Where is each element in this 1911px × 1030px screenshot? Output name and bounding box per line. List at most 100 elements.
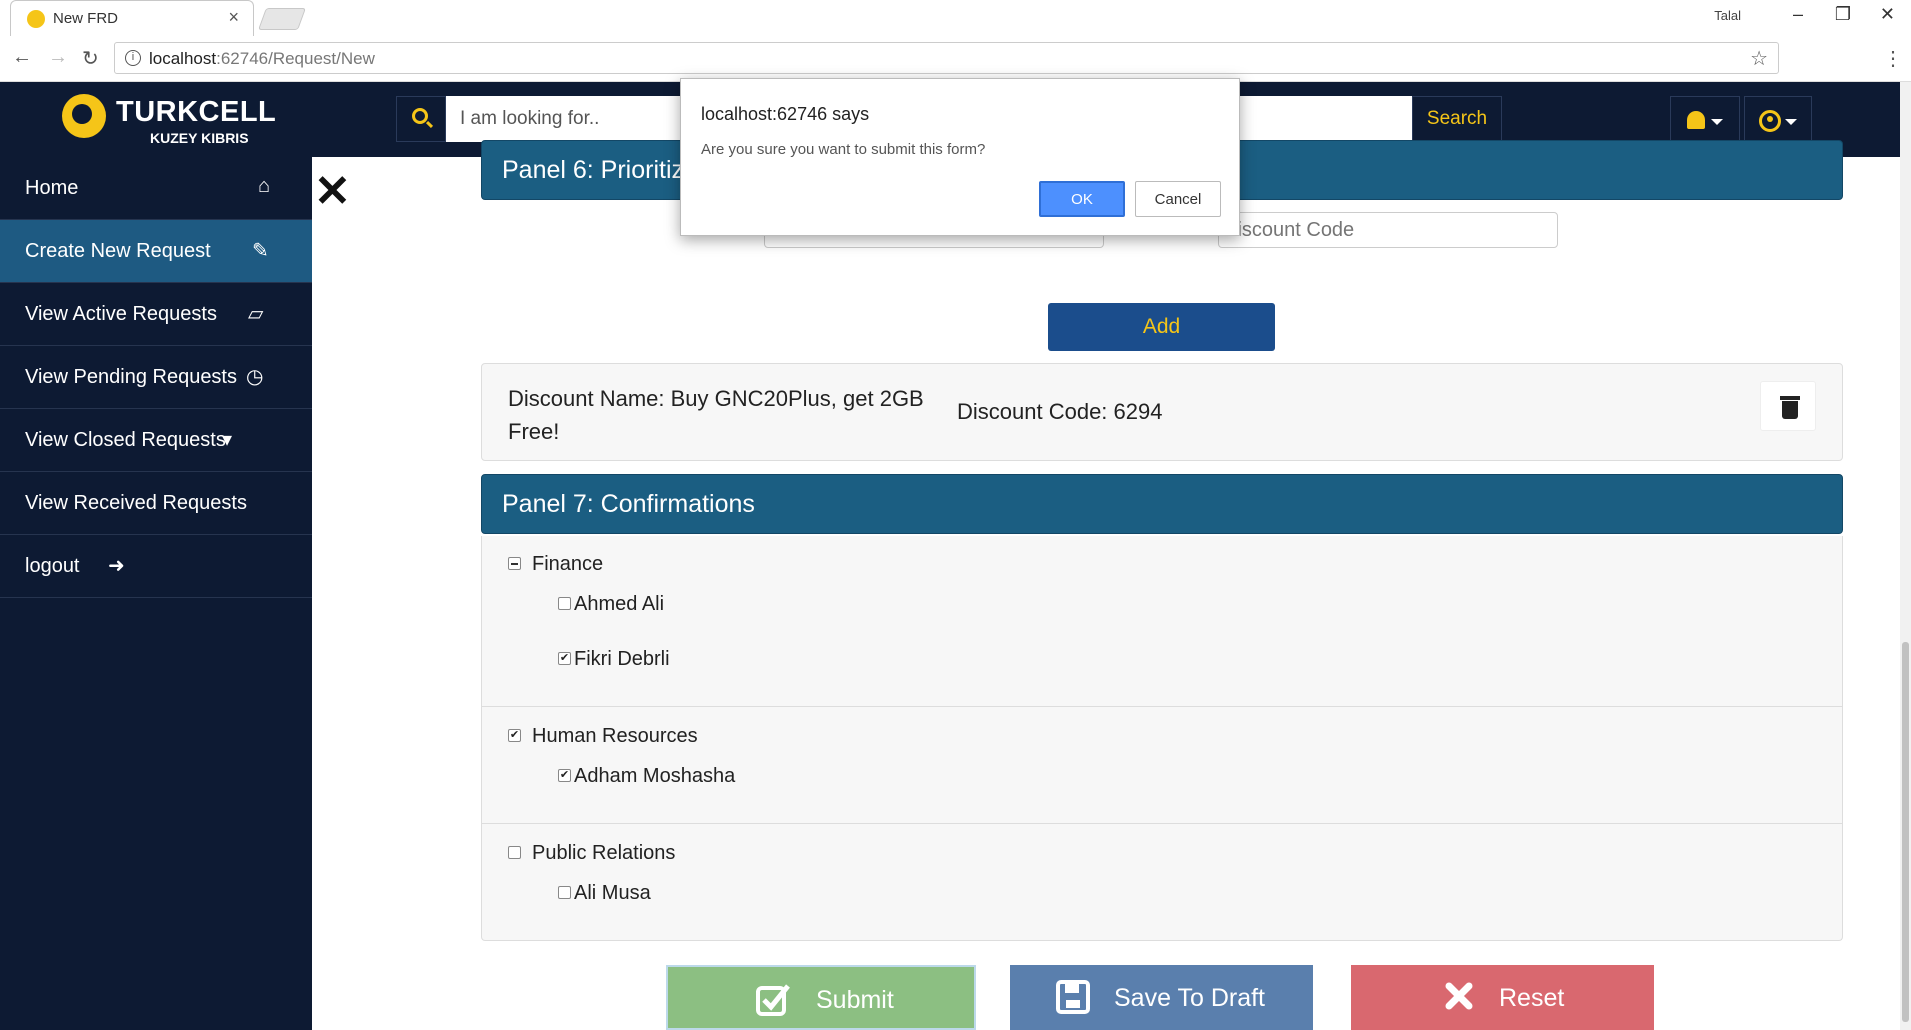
turkcell-logo[interactable]: TURKCELL KUZEY KIBRIS (62, 94, 276, 146)
edit-icon: ✎ (252, 240, 269, 262)
caret-down-icon: ▾ (222, 429, 233, 451)
tab-title: New FRD (53, 10, 119, 27)
sidebar-item-label: View Closed Requests (25, 429, 226, 451)
favicon-icon (27, 10, 45, 28)
finance-group-label: Finance (532, 553, 604, 575)
group-divider (482, 823, 1842, 824)
human-resources-group-checkbox[interactable]: ✔ (508, 729, 521, 742)
delete-discount-button[interactable] (1760, 381, 1816, 431)
save-to-draft-button[interactable]: Save To Draft (1010, 965, 1313, 1030)
notifications-button[interactable] (1670, 96, 1740, 144)
reset-label: Reset (1499, 984, 1565, 1012)
brand-subtitle: KUZEY KIBRIS (150, 130, 249, 146)
panel-7-title: Panel 7: Confirmations (502, 490, 755, 518)
new-tab-button[interactable] (257, 8, 307, 30)
reload-icon[interactable]: ↻ (82, 46, 99, 71)
panel-6-title: Panel 6: Prioritiz (502, 156, 685, 184)
url-path: :62746/Request/New (216, 49, 375, 68)
window-user-label: Talal (1714, 8, 1741, 23)
confirm-dialog: localhost:62746 says Are you sure you wa… (680, 78, 1240, 236)
member-label: Ahmed Ali (574, 593, 665, 615)
address-bar: ← → ↻ i localhost:62746/Request/New ☆ ⋮ (0, 36, 1911, 82)
dialog-title: localhost:62746 says (701, 104, 870, 124)
add-discount-button[interactable]: Add (1048, 303, 1275, 351)
member-label: Adham Moshasha (574, 765, 736, 787)
human-resources-group-label: Human Resources (532, 725, 698, 747)
submit-button[interactable]: Submit (666, 965, 976, 1030)
dialog-message: Are you sure you want to submit this for… (701, 141, 986, 158)
discount-name-text: Discount Name: Buy GNC20Plus, get 2GB Fr… (508, 386, 924, 444)
restore-icon[interactable]: ❐ (1835, 4, 1851, 25)
page-scrollbar[interactable] (1900, 82, 1911, 1030)
user-menu-button[interactable] (1744, 96, 1812, 144)
minimize-icon[interactable]: – (1793, 4, 1803, 25)
member-label: Fikri Debrli (574, 648, 670, 670)
sidebar-item-label: Home (25, 177, 79, 199)
sidebar-item-view-closed-requests[interactable]: View Closed Requests ▾ (0, 409, 312, 472)
sign-out-icon: ➜ (108, 555, 125, 577)
home-icon: ⌂ (258, 175, 271, 197)
browser-tabbar: New FRD × Talal – ❐ ✕ (0, 0, 1911, 36)
forward-icon[interactable]: → (48, 46, 68, 69)
sidebar-item-label: Create New Request (25, 240, 211, 262)
browser-tab[interactable]: New FRD × (10, 0, 254, 36)
search-icon (412, 108, 428, 124)
sidebar-item-view-received-requests[interactable]: View Received Requests (0, 472, 312, 535)
sidebar-item-label: View Active Requests (25, 303, 217, 325)
search-icon-box (396, 96, 446, 142)
browser-menu-icon[interactable]: ⋮ (1883, 46, 1903, 71)
confirmations-tree: Finance Ahmed Ali ✔ Fikri Debrli ✔ Human… (481, 536, 1843, 941)
public-relations-group-label: Public Relations (532, 842, 676, 864)
panel-7-header[interactable]: Panel 7: Confirmations (481, 474, 1843, 534)
floppy-disk-icon (1056, 980, 1090, 1021)
chevron-down-icon (1711, 119, 1723, 125)
close-sidebar-icon[interactable]: ✕ (314, 170, 351, 214)
dialog-cancel-button[interactable]: Cancel (1135, 181, 1221, 217)
logo-mark-icon (62, 94, 106, 138)
chevron-down-icon (1785, 119, 1797, 125)
finance-group-checkbox[interactable] (508, 557, 521, 570)
public-relations-group-checkbox[interactable] (508, 846, 521, 859)
sidebar-item-label: View Pending Requests (25, 366, 237, 388)
bell-icon (1687, 111, 1705, 129)
discount-code-text: Discount Code: 6294 (957, 399, 1163, 424)
sidebar-item-label: View Received Requests (25, 492, 247, 514)
info-icon[interactable]: i (125, 50, 141, 66)
trash-icon-body (1782, 401, 1798, 419)
member-checkbox-ali-musa[interactable] (558, 886, 571, 899)
url-host: localhost (149, 49, 217, 68)
dialog-ok-button[interactable]: OK (1039, 181, 1125, 217)
url-field[interactable]: i localhost:62746/Request/New ☆ (114, 42, 1779, 74)
member-checkbox-adham-moshasha[interactable]: ✔ (558, 769, 571, 782)
sidebar: Home ⌂ Create New Request ✎ View Active … (0, 157, 312, 1030)
group-divider (482, 706, 1842, 707)
trash-icon (1780, 396, 1800, 400)
sidebar-item-create-new-request[interactable]: Create New Request ✎ (0, 220, 312, 283)
member-checkbox-ahmed-ali[interactable] (558, 597, 571, 610)
window-close-icon[interactable]: ✕ (1880, 4, 1895, 25)
sidebar-item-home[interactable]: Home ⌂ (0, 157, 312, 220)
clock-icon: ◷ (246, 366, 264, 388)
brand-name: TURKCELL (116, 96, 277, 128)
user-circle-icon (1759, 110, 1781, 132)
save-to-draft-label: Save To Draft (1114, 984, 1266, 1012)
sidebar-item-view-pending-requests[interactable]: View Pending Requests ◷ (0, 346, 312, 409)
folder-open-icon: ▱ (248, 303, 264, 325)
sidebar-item-logout[interactable]: logout ➜ (0, 535, 312, 598)
discount-code-input[interactable] (1218, 212, 1558, 248)
search-button[interactable]: Search (1412, 96, 1502, 142)
check-square-icon (756, 982, 792, 1023)
back-icon[interactable]: ← (12, 46, 32, 69)
member-checkbox-fikri-debrli[interactable]: ✔ (558, 652, 571, 665)
close-icon (1445, 982, 1473, 1017)
reset-button[interactable]: Reset (1351, 965, 1654, 1030)
discount-list-item: Discount Name: Buy GNC20Plus, get 2GB Fr… (481, 363, 1843, 461)
member-label: Ali Musa (574, 882, 651, 904)
url-text[interactable]: localhost:62746/Request/New (149, 49, 375, 69)
submit-label: Submit (816, 986, 894, 1014)
sidebar-item-label: logout (25, 555, 80, 577)
sidebar-item-view-active-requests[interactable]: View Active Requests ▱ (0, 283, 312, 346)
bookmark-star-icon[interactable]: ☆ (1750, 46, 1768, 71)
tab-close-icon[interactable]: × (228, 7, 239, 28)
scrollbar-thumb[interactable] (1902, 642, 1909, 1022)
